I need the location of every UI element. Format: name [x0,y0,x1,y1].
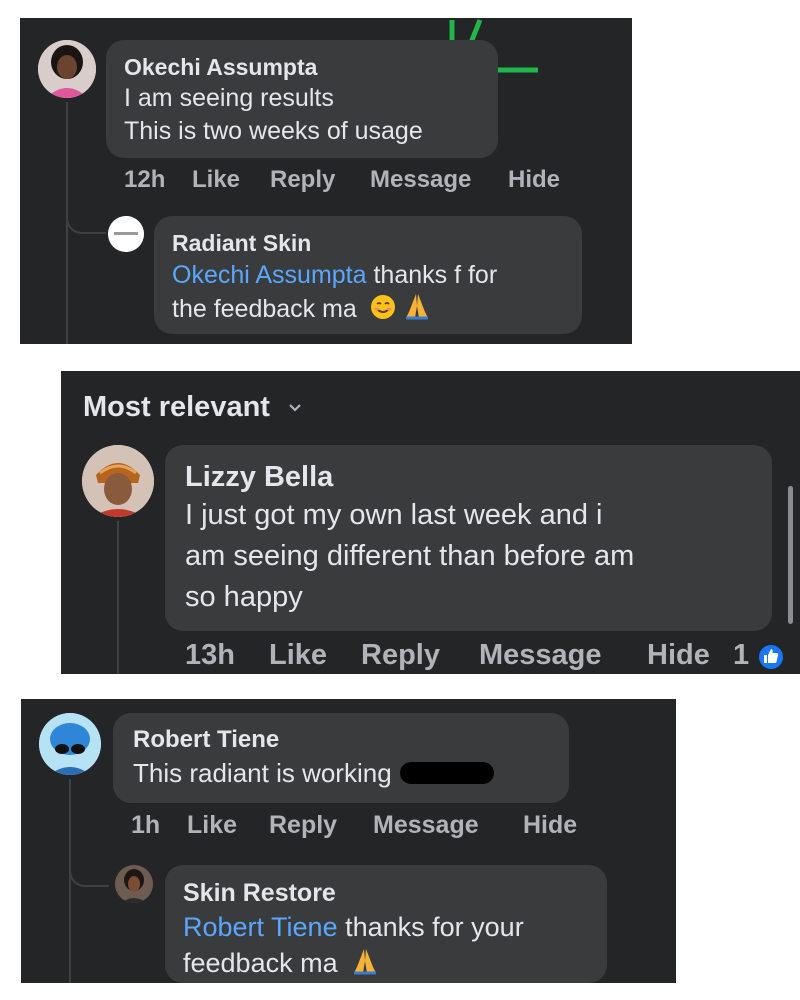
comment-panel-2: Most relevant Lizzy Bella I just got my … [61,371,800,674]
avatar-okechi-assumpta[interactable] [38,40,96,98]
reply-bubble: Skin Restore Robert Tiene thanks for you… [165,865,607,983]
comment-author[interactable]: Lizzy Bella [185,459,752,495]
comment-panel-1: Okechi Assumpta I am seeing results This… [20,18,632,344]
mention-link[interactable]: Robert Tiene [183,912,338,942]
message-button[interactable]: Message [373,811,479,840]
timestamp[interactable]: 13h [185,639,235,672]
comment-bubble: Lizzy Bella I just got my own last week … [165,445,772,631]
reply-text: the feedback ma [172,295,357,323]
message-button[interactable]: Message [370,166,471,194]
mention-link[interactable]: Okechi Assumpta [172,261,367,289]
reply-text: thanks f for [366,261,498,289]
smiling-face-icon [370,295,395,319]
avatar-radiant-skin[interactable] [108,216,144,252]
reply-text-line: Robert Tiene thanks for your [183,909,589,945]
avatar-robert-tiene[interactable] [39,713,101,775]
reply-text-line: Okechi Assumpta thanks f for [172,258,564,292]
reply-button[interactable]: Reply [270,166,335,194]
thumbs-up-icon [757,643,785,671]
comment-text-line: so happy [185,581,303,613]
reply-text: thanks for your [337,912,524,942]
reply-connector [66,198,106,234]
message-button[interactable]: Message [479,639,602,672]
sort-dropdown[interactable]: Most relevant [83,389,302,425]
reply-connector [69,851,109,887]
timestamp[interactable]: 12h [124,166,165,194]
hide-button[interactable]: Hide [647,639,710,672]
reply-button[interactable]: Reply [269,811,337,840]
avatar-lizzy-bella[interactable] [82,445,154,517]
folded-hands-icon [354,949,377,975]
like-reaction-badge[interactable] [757,643,785,674]
comment-text-line: I am seeing results [124,84,334,112]
like-button[interactable]: Like [269,639,327,672]
comment-panel-3: Robert Tiene This radiant is working 1h … [21,699,676,983]
chevron-down-icon [289,404,301,412]
hide-button[interactable]: Hide [508,166,560,194]
reply-text-line: feedback ma [183,945,589,981]
scrollbar[interactable] [788,486,793,624]
reply-bubble: Radiant Skin Okechi Assumpta thanks f fo… [154,216,582,334]
hide-button[interactable]: Hide [523,811,577,840]
reply-button[interactable]: Reply [361,639,440,672]
sort-label: Most relevant [83,391,270,423]
like-button[interactable]: Like [192,166,240,194]
like-count: 1 [733,639,750,671]
reply-author[interactable]: Skin Restore [183,877,589,909]
comment-bubble: Robert Tiene This radiant is working [113,713,569,803]
comment-text-line: This radiant is working [133,755,549,791]
reply-author[interactable]: Radiant Skin [172,228,564,258]
comment-bubble: Okechi Assumpta I am seeing results This… [106,40,498,158]
comment-author[interactable]: Okechi Assumpta [124,52,480,82]
comment-actions: 12h Like Reply Message Hide [124,166,584,200]
comment-text: This radiant is working [133,758,392,788]
comment-text-line: This is two weeks of usage [124,117,423,145]
reply-text: feedback ma [183,948,338,978]
comment-actions: 1h Like Reply Message Hide [131,811,601,845]
redaction-mark [399,762,494,784]
folded-hands-icon [405,294,428,320]
comment-author[interactable]: Robert Tiene [133,725,549,755]
avatar-skin-restore[interactable] [115,865,153,903]
thread-line [69,779,71,983]
comment-text-line: I just got my own last week and i [185,499,603,531]
reply-text-line: the feedback ma [172,292,564,326]
comment-actions: 13h Like Reply Message Hide 1 [185,639,795,674]
like-button[interactable]: Like [187,811,237,840]
comment-text-line: am seeing different than before am [185,540,635,572]
timestamp[interactable]: 1h [131,811,160,840]
thread-line [117,521,119,674]
